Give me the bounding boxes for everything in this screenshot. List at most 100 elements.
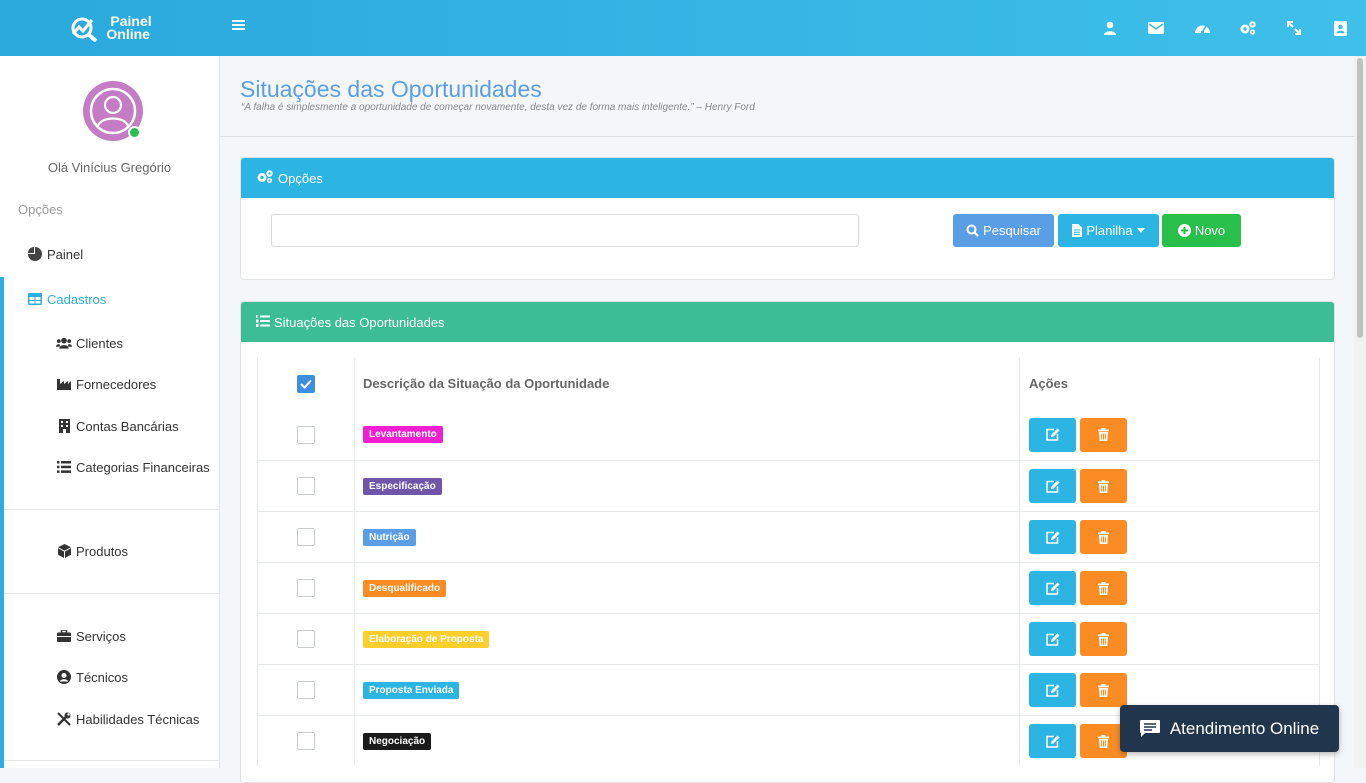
sidebar-item-categorias-financeiras[interactable]: Categorias Financeiras xyxy=(0,447,219,487)
brand-line2: Online xyxy=(106,26,150,42)
trash-icon xyxy=(1098,632,1109,646)
row-checkbox[interactable] xyxy=(297,425,315,444)
sidebar-item-label: Categorias Financeiras xyxy=(76,459,210,475)
spreadsheet-dropdown-button[interactable]: Planilha xyxy=(1058,214,1159,247)
edit-icon xyxy=(1045,735,1059,748)
delete-button[interactable] xyxy=(1080,622,1127,656)
chat-icon xyxy=(1139,719,1160,737)
delete-button[interactable] xyxy=(1080,469,1127,503)
options-panel: Opções Pesquisar Planilha Novo xyxy=(240,157,1335,280)
envelope-icon[interactable] xyxy=(1146,18,1166,38)
row-checkbox[interactable] xyxy=(297,732,315,750)
trash-icon xyxy=(1098,530,1109,544)
checkbox-cell xyxy=(258,512,355,562)
select-all-checkbox[interactable] xyxy=(297,374,315,393)
edit-button[interactable] xyxy=(1029,673,1076,707)
situation-badge: Proposta Enviada xyxy=(363,681,460,699)
edit-button[interactable] xyxy=(1029,417,1076,452)
edit-icon xyxy=(1045,428,1059,441)
description-cell: Proposta Enviada xyxy=(355,665,1020,715)
search-input[interactable] xyxy=(271,214,859,247)
options-panel-header: Opções xyxy=(241,158,1334,198)
pie-chart-icon xyxy=(27,246,43,262)
checkbox-cell xyxy=(258,665,355,715)
edit-button[interactable] xyxy=(1029,724,1076,758)
actions-cell xyxy=(1021,461,1318,511)
edit-icon xyxy=(1045,531,1059,544)
chat-button-label: Atendimento Online xyxy=(1169,718,1320,738)
new-button[interactable]: Novo xyxy=(1162,214,1241,247)
edit-button[interactable] xyxy=(1029,520,1076,554)
list-panel-header: Situações das Oportunidades xyxy=(241,302,1334,342)
caret-down-icon xyxy=(1136,228,1145,233)
table-icon xyxy=(27,291,43,307)
sidebar-item-label: Produtos xyxy=(76,543,129,559)
search-button[interactable]: Pesquisar xyxy=(953,214,1054,247)
column-header-description[interactable]: Descrição da Situação da Oportunidade xyxy=(355,358,1020,409)
user-circle-icon xyxy=(56,669,72,685)
table-header-row: Descrição da Situação da Oportunidade Aç… xyxy=(258,358,1319,409)
row-checkbox[interactable] xyxy=(297,681,315,699)
delete-button[interactable] xyxy=(1080,673,1127,707)
sidebar-item-fornecedores[interactable]: Fornecedores xyxy=(0,364,219,404)
sidebar-item-produtos[interactable]: Produtos xyxy=(0,531,219,571)
sidebar-divider xyxy=(4,593,219,594)
sidebar-item-tecnicos[interactable]: Técnicos xyxy=(0,657,219,697)
search-button-label: Pesquisar xyxy=(983,223,1041,238)
scrollbar-thumb[interactable] xyxy=(1357,58,1363,338)
row-checkbox[interactable] xyxy=(297,579,315,597)
page-scrollbar[interactable] xyxy=(1354,56,1366,768)
user-icon[interactable] xyxy=(1100,18,1120,38)
sidebar-item-label: Técnicos xyxy=(76,669,129,685)
search-icon xyxy=(966,224,979,237)
sidebar-item-label: Serviços xyxy=(76,628,126,644)
row-checkbox[interactable] xyxy=(297,528,315,546)
situation-badge: Nutrição xyxy=(363,528,416,546)
sidebar-item-painel[interactable]: Painel xyxy=(0,234,219,274)
description-cell: Levantamento xyxy=(355,409,1020,460)
checkbox-cell xyxy=(258,563,355,613)
row-checkbox[interactable] xyxy=(297,630,315,648)
sidebar-item-clientes[interactable]: Clientes xyxy=(0,323,219,363)
checkbox-cell xyxy=(258,409,355,460)
menu-toggle-icon[interactable] xyxy=(232,18,252,38)
edit-button[interactable] xyxy=(1029,571,1076,605)
situation-badge: Levantamento xyxy=(363,426,443,443)
description-cell: Elaboração de Proposta xyxy=(355,614,1020,664)
delete-button[interactable] xyxy=(1080,571,1127,605)
address-book-icon[interactable] xyxy=(1330,18,1350,38)
list-panel-title: Situações das Oportunidades xyxy=(274,314,445,330)
delete-button[interactable] xyxy=(1080,520,1127,554)
briefcase-icon xyxy=(56,628,72,644)
logo-icon xyxy=(71,17,98,42)
row-checkbox[interactable] xyxy=(297,477,315,495)
actions-cell xyxy=(1021,409,1318,460)
user-greeting: Olá Vinícius Gregório xyxy=(47,160,172,175)
edit-button[interactable] xyxy=(1029,622,1076,656)
description-cell: Negociação xyxy=(355,716,1020,766)
edit-button[interactable] xyxy=(1029,469,1076,503)
sidebar-item-cadastros[interactable]: Cadastros xyxy=(0,279,219,319)
sidebar-item-contas-bancarias[interactable]: Contas Bancárias xyxy=(0,406,219,446)
sidebar-item-habilidades-tecnicas[interactable]: Habilidades Técnicas xyxy=(0,699,219,739)
check-icon xyxy=(300,379,312,389)
users-icon xyxy=(56,335,72,351)
brand-logo[interactable]: Painel Online xyxy=(0,0,220,56)
expand-icon[interactable] xyxy=(1284,18,1304,38)
avatar[interactable] xyxy=(83,81,143,141)
sidebar-item-servicos[interactable]: Serviços xyxy=(0,616,219,656)
table-row: Especificação xyxy=(258,460,1319,511)
edit-icon xyxy=(1045,633,1059,646)
cogs-icon[interactable] xyxy=(1238,18,1258,38)
file-icon xyxy=(1072,224,1083,237)
brand-text: Painel Online xyxy=(106,14,151,42)
delete-button[interactable] xyxy=(1080,417,1127,452)
online-support-chat-button[interactable]: Atendimento Online xyxy=(1120,705,1339,752)
description-cell: Especificação xyxy=(355,461,1020,511)
sidebar-item-label: Clientes xyxy=(76,335,123,351)
checkbox-cell xyxy=(258,716,355,766)
checkbox-cell xyxy=(258,614,355,664)
new-button-label: Novo xyxy=(1194,223,1226,238)
building-icon xyxy=(56,418,72,434)
dashboard-icon[interactable] xyxy=(1192,18,1212,38)
